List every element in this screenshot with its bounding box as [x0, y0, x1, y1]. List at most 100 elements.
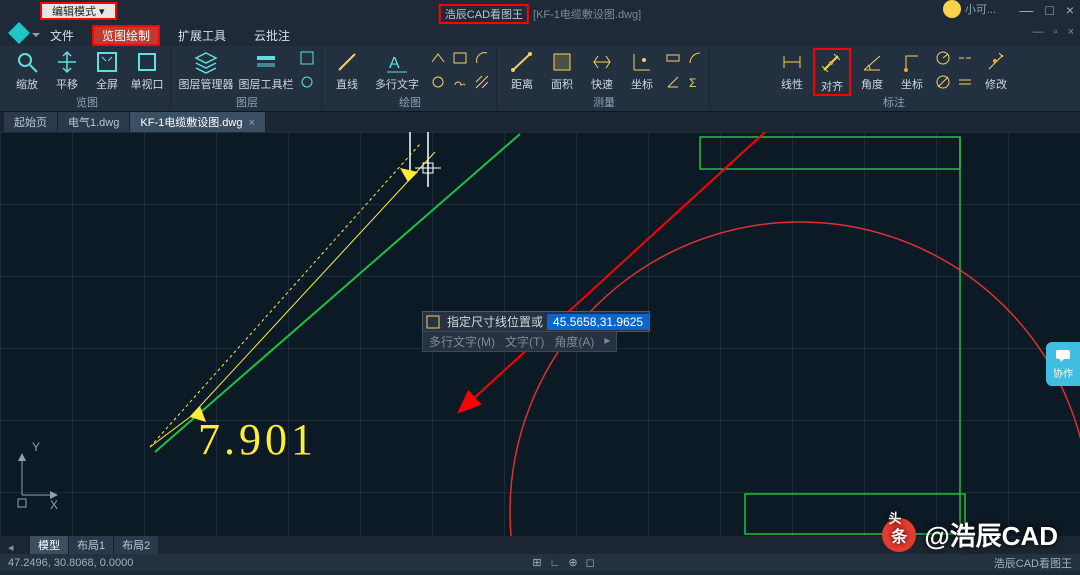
mdi-restore-button[interactable]: ▫	[1054, 26, 1058, 38]
measure-mini-4-button[interactable]: Σ	[685, 72, 705, 94]
dim-mini-3-button[interactable]	[955, 48, 975, 70]
line-icon	[335, 50, 359, 74]
measure-mini-3-button[interactable]	[685, 48, 705, 70]
drawing-canvas[interactable]: 7.901 指定尺寸线位置或 45.5658,31.9625 多行文字(M) 文…	[0, 132, 1080, 536]
cloud-icon	[452, 74, 468, 90]
dim-angle-button[interactable]: 角度	[853, 48, 891, 96]
zoom-button[interactable]: 缩放	[8, 48, 46, 96]
hatch-icon	[474, 74, 490, 90]
opt-angle[interactable]: 角度(A)	[554, 333, 594, 350]
status-bar: 47.2496, 30.8068, 0.0000 ⊞ ∟ ⊕ ◻ 浩辰CAD看图…	[0, 554, 1080, 571]
tab-doc-1[interactable]: 电气1.dwg	[58, 112, 130, 132]
mtext-button[interactable]: A多行文字	[368, 48, 426, 96]
angle-mini-icon	[665, 74, 681, 90]
close-button[interactable]: ×	[1066, 2, 1074, 18]
polyline-icon	[430, 50, 446, 66]
dimension-value-text: 7.901	[198, 414, 317, 465]
group-label-layer: 图层	[236, 94, 258, 110]
layer-manager-button[interactable]: 图层管理器	[177, 48, 235, 96]
quick-measure-button[interactable]: 快速	[583, 48, 621, 96]
distance-button[interactable]: 距离	[503, 48, 541, 96]
area-button[interactable]: 面积	[543, 48, 581, 96]
tab-layout-2[interactable]: 布局2	[114, 536, 159, 554]
status-polar-icon[interactable]: ⊕	[568, 556, 577, 569]
tab-model[interactable]: 模型	[30, 536, 69, 554]
command-options[interactable]: 多行文字(M) 文字(T) 角度(A) ▸	[422, 331, 617, 352]
menu-ext-tools[interactable]: 扩展工具	[168, 25, 236, 46]
dim-radius-icon	[935, 50, 951, 66]
menu-view-draw[interactable]: 览图绘制	[92, 25, 160, 46]
mdi-close-button[interactable]: ×	[1068, 26, 1074, 38]
pan-button[interactable]: 平移	[48, 48, 86, 96]
single-viewport-button[interactable]: 单视口	[128, 48, 166, 96]
ribbon-group-draw: 直线 A多行文字 绘图	[324, 48, 497, 112]
dim-aligned-button[interactable]: 对齐	[813, 48, 851, 96]
draw-mini-2-button[interactable]	[428, 72, 448, 94]
ucs-icon: YX	[12, 441, 60, 514]
layer-mini-2-button[interactable]	[297, 72, 317, 94]
layer-tools-icon	[254, 50, 278, 74]
dim-mini-2-button[interactable]	[933, 72, 953, 94]
tab-start[interactable]: 起始页	[4, 112, 58, 132]
tab-close-icon[interactable]: ×	[248, 117, 254, 129]
dim-linear-icon	[780, 50, 804, 74]
measure-mini-2-button[interactable]	[663, 72, 683, 94]
tab-scroll-left-icon[interactable]: ◂	[8, 541, 14, 554]
tab-doc-active[interactable]: KF-1电缆敷设图.dwg×	[130, 112, 266, 132]
ribbon-group-measure: 距离 面积 快速 坐标 Σ 测量	[499, 48, 710, 112]
status-osnap-icon[interactable]: ◻	[586, 556, 595, 569]
collab-side-button[interactable]: 协作	[1046, 342, 1080, 386]
layer-mini-1-button[interactable]	[297, 48, 317, 70]
dim-dia-icon	[935, 74, 951, 90]
dim-ordinate-button[interactable]: 坐标	[893, 48, 931, 96]
arc-icon	[474, 50, 490, 66]
fullscreen-button[interactable]: 全屏	[88, 48, 126, 96]
watermark-logo-icon: 头	[882, 518, 916, 552]
user-chip[interactable]: 小可...	[943, 0, 996, 18]
ruler-icon	[665, 50, 681, 66]
coord-measure-button[interactable]: 坐标	[623, 48, 661, 96]
dim-mini-4-button[interactable]	[955, 72, 975, 94]
opt-text[interactable]: 文字(T)	[505, 333, 544, 350]
menu-file[interactable]: 文件	[40, 25, 84, 46]
measure-mini-1-button[interactable]	[663, 48, 683, 70]
fullscreen-icon	[95, 50, 119, 74]
draw-mini-4-button[interactable]	[450, 72, 470, 94]
mode-label: 编辑模式	[52, 6, 96, 18]
options-expand-icon[interactable]: ▸	[604, 333, 610, 350]
draw-mini-5-button[interactable]	[472, 48, 492, 70]
draw-mini-1-button[interactable]	[428, 48, 448, 70]
tab-layout-1[interactable]: 布局1	[69, 536, 114, 554]
group-label-draw: 绘图	[399, 94, 421, 110]
status-ortho-icon[interactable]: ∟	[550, 557, 561, 569]
mode-dropdown[interactable]: 编辑模式 ▾	[40, 2, 117, 20]
dim-edit-button[interactable]: 修改	[977, 48, 1015, 96]
mdi-minimize-button[interactable]: —	[1033, 26, 1044, 38]
layer-mini-icon	[299, 50, 315, 66]
dim-cont-icon	[957, 50, 973, 66]
status-snap-icon[interactable]: ⊞	[532, 556, 541, 569]
layers-icon	[194, 50, 218, 74]
dim-aligned-icon	[820, 52, 844, 76]
dim-linear-button[interactable]: 线性	[773, 48, 811, 96]
dim-mini-1-button[interactable]	[933, 48, 953, 70]
rect-icon	[452, 50, 468, 66]
watermark: 头 @浩辰CAD	[882, 516, 1058, 553]
svg-text:X: X	[50, 498, 58, 511]
menu-cloud-annot[interactable]: 云批注	[244, 25, 300, 46]
area-icon	[550, 50, 574, 74]
draw-mini-6-button[interactable]	[472, 72, 492, 94]
layer-toolbar-button[interactable]: 图层工具栏	[237, 48, 295, 96]
status-coords: 47.2496, 30.8068, 0.0000	[8, 557, 133, 569]
dynamic-input[interactable]: 指定尺寸线位置或 45.5658,31.9625	[422, 311, 650, 332]
maximize-button[interactable]: □	[1045, 2, 1053, 18]
prompt-icon	[425, 314, 441, 330]
group-label-view: 览图	[76, 94, 98, 110]
minimize-button[interactable]: —	[1019, 2, 1033, 18]
draw-mini-3-button[interactable]	[450, 48, 470, 70]
line-button[interactable]: 直线	[328, 48, 366, 96]
opt-mtext[interactable]: 多行文字(M)	[429, 333, 495, 350]
app-menu-chevron-icon[interactable]	[32, 33, 40, 37]
circle-icon	[430, 74, 446, 90]
dynamic-input-value[interactable]: 45.5658,31.9625	[547, 314, 649, 330]
